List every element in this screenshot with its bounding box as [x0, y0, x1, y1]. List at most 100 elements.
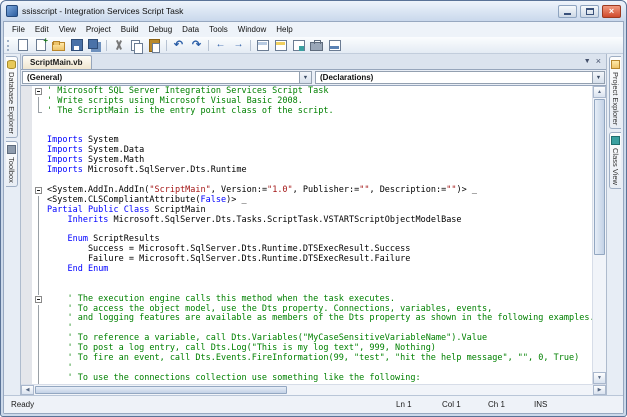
horizontal-scroll-track[interactable]	[34, 385, 593, 395]
code-token-p: )> _	[456, 185, 476, 195]
tabstrip-buttons: ▼ ×	[584, 56, 606, 69]
code-editor[interactable]: ' Microsoft SQL Server Integration Servi…	[21, 86, 606, 384]
code-line	[47, 127, 592, 137]
menu-edit[interactable]: Edit	[30, 23, 54, 36]
app-window: ssisscript - Integration Services Script…	[0, 0, 627, 417]
code-area[interactable]: ' Microsoft SQL Server Integration Servi…	[44, 86, 592, 384]
add-item-button[interactable]	[32, 38, 49, 53]
fold-margin-cell	[32, 136, 44, 146]
fold-region-line	[32, 314, 44, 324]
status-column: Col 1	[442, 400, 488, 409]
code-line: End Enum	[47, 265, 592, 275]
menu-debug[interactable]: Debug	[144, 23, 178, 36]
maximize-button[interactable]	[580, 5, 599, 18]
tool-tab-class-view[interactable]: Class View	[609, 132, 621, 189]
horizontal-scrollbar[interactable]: ◀ ▶	[21, 384, 606, 395]
tool-tab-project-explorer[interactable]: Project Explorer	[609, 56, 621, 129]
code-token-p: Success = Microsoft.SqlServer.Dts.Runtim…	[47, 244, 410, 254]
menu-view[interactable]: View	[54, 23, 81, 36]
fold-collapse-marker[interactable]	[32, 87, 44, 97]
fold-minus-icon[interactable]	[35, 88, 42, 95]
fold-collapse-marker[interactable]	[32, 186, 44, 196]
combo-dropdown-icon[interactable]: ▼	[592, 72, 604, 83]
tool-tab-database-explorer[interactable]: Database Explorer	[6, 56, 18, 138]
vertical-scroll-track[interactable]	[593, 98, 606, 372]
combo-dropdown-icon[interactable]: ▼	[299, 72, 311, 83]
code-token-p: System.Data	[83, 145, 144, 155]
fold-minus-icon[interactable]	[35, 296, 42, 303]
tool-tab-toolbox[interactable]: Toolbox	[6, 141, 18, 187]
toolbox-button[interactable]	[308, 38, 325, 53]
code-token-p: System.Math	[83, 155, 144, 165]
file-list-dropdown-icon[interactable]: ▼	[584, 58, 591, 65]
tool-tab-label: Toolbox	[7, 157, 16, 183]
menu-window[interactable]: Window	[233, 23, 271, 36]
menu-build[interactable]: Build	[116, 23, 144, 36]
fold-collapse-marker[interactable]	[32, 295, 44, 305]
menu-project[interactable]: Project	[81, 23, 116, 36]
tab-scriptmain-vb[interactable]: ScriptMain.vb	[22, 55, 92, 69]
immediate-window-icon	[328, 39, 341, 52]
scroll-left-icon[interactable]: ◀	[21, 385, 34, 395]
fold-region-line	[32, 334, 44, 344]
titlebar[interactable]: ssisscript - Integration Services Script…	[1, 1, 626, 21]
navigate-forward-button[interactable]: →	[230, 38, 247, 53]
paste-button[interactable]	[146, 38, 163, 53]
save-all-button[interactable]	[86, 38, 103, 53]
minimize-icon	[564, 13, 571, 15]
code-token-s: "1.0"	[267, 185, 293, 195]
navigate-backward-button[interactable]: ←	[212, 38, 229, 53]
add-item-icon	[34, 39, 47, 52]
horizontal-scroll-thumb[interactable]	[35, 386, 287, 394]
fold-region-line	[32, 285, 44, 295]
solution-explorer-button[interactable]	[254, 38, 271, 53]
menu-data[interactable]: Data	[177, 23, 204, 36]
vertical-scrollbar[interactable]: ▲ ▼	[592, 86, 606, 384]
copy-button[interactable]	[128, 38, 145, 53]
scroll-down-icon[interactable]: ▼	[593, 372, 606, 384]
menu-file[interactable]: File	[7, 23, 30, 36]
scroll-right-icon[interactable]: ▶	[593, 385, 606, 395]
fold-region-line	[32, 275, 44, 285]
save-all-icon	[88, 39, 101, 52]
indicator-margin[interactable]	[21, 86, 32, 384]
tool-tab-label: Class View	[611, 148, 620, 185]
fold-region-line	[32, 255, 44, 265]
object-browser-button[interactable]	[290, 38, 307, 53]
undo-button[interactable]: ↶	[170, 38, 187, 53]
open-file-button[interactable]	[50, 38, 67, 53]
navigate-backward-icon: ←	[214, 39, 227, 52]
save-button[interactable]	[68, 38, 85, 53]
tool-tab-label: Project Explorer	[611, 72, 620, 125]
menu-tools[interactable]: Tools	[204, 23, 233, 36]
code-token-k: Inherits	[67, 215, 108, 225]
toolbox-icon	[7, 145, 16, 154]
properties-window-button[interactable]	[272, 38, 289, 53]
new-file-button[interactable]	[14, 38, 31, 53]
fold-minus-icon[interactable]	[35, 187, 42, 194]
declarations-combo-value: (Declarations)	[320, 73, 373, 82]
close-document-icon[interactable]: ×	[596, 56, 601, 66]
code-line: ' and logging features are available as …	[47, 314, 592, 324]
close-button[interactable]: ×	[602, 5, 621, 18]
code-token-s: ""	[446, 185, 456, 195]
outlining-margin[interactable]	[32, 86, 44, 384]
scroll-up-icon[interactable]: ▲	[593, 86, 606, 98]
declarations-combo[interactable]: (Declarations) ▼	[315, 71, 605, 84]
right-tool-strip: Project Explorer Class View	[606, 54, 623, 395]
code-line: Inherits Microsoft.SqlServer.Dts.Tasks.S…	[47, 216, 592, 226]
toolbar-grip[interactable]	[7, 40, 10, 51]
toolbox-icon	[310, 39, 323, 52]
objects-combo[interactable]: (General) ▼	[22, 71, 312, 84]
minimize-button[interactable]	[558, 5, 577, 18]
menu-help[interactable]: Help	[271, 23, 297, 36]
fold-margin-cell	[32, 176, 44, 186]
redo-button[interactable]: ↷	[188, 38, 205, 53]
project-explorer-icon	[611, 60, 620, 69]
fold-region-line	[32, 107, 44, 117]
fold-margin-cell	[32, 156, 44, 166]
vertical-scroll-thumb[interactable]	[594, 99, 605, 255]
status-insert-mode: INS	[534, 400, 564, 409]
cut-button[interactable]	[110, 38, 127, 53]
immediate-window-button[interactable]	[326, 38, 343, 53]
